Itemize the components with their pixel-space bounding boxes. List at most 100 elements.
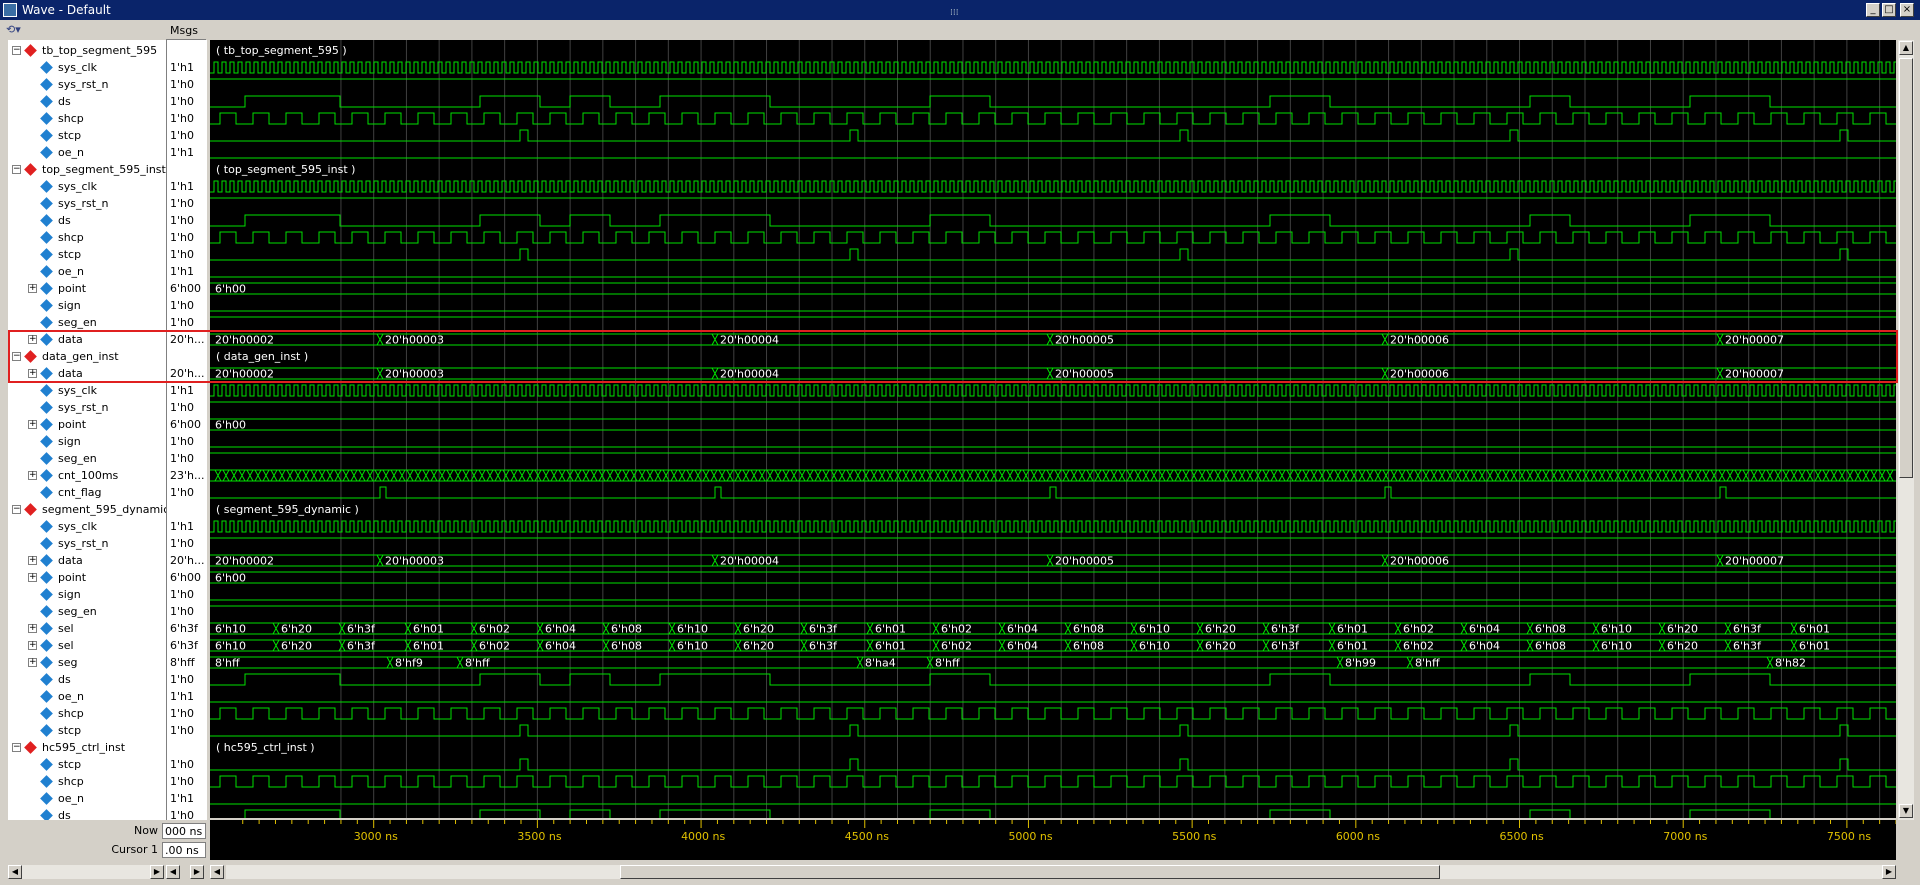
cursor-label[interactable]: Cursor 1: [111, 841, 158, 859]
signal-wave: [210, 129, 1896, 142]
close-button[interactable]: ×: [1900, 3, 1914, 17]
signal-row[interactable]: oe_n: [8, 688, 166, 705]
cursor-row[interactable]: Cursor 1 .00 ns: [8, 841, 206, 859]
bus-transition: [358, 469, 366, 482]
signal-row[interactable]: sys_rst_n: [8, 399, 166, 416]
cursor-value[interactable]: .00 ns: [162, 842, 206, 858]
signal-row[interactable]: oe_n: [8, 263, 166, 280]
signal-row[interactable]: + data: [8, 331, 166, 348]
signal-row[interactable]: oe_n: [8, 144, 166, 161]
group-row[interactable]: − top_segment_595_inst: [8, 161, 166, 178]
values-scroll-right-button[interactable]: ▶: [190, 865, 204, 879]
drag-grip-icon[interactable]: ⁞⁞⁞: [950, 3, 974, 18]
vertical-scrollbar[interactable]: ▲ ▼: [1898, 40, 1914, 820]
names-scroll-right-button[interactable]: ▶: [150, 865, 164, 879]
signal-row[interactable]: ds: [8, 93, 166, 110]
signal-row[interactable]: shcp: [8, 773, 166, 790]
signal-name: sys_rst_n: [58, 197, 109, 210]
wave-scroll-left-button[interactable]: ◀: [210, 865, 224, 879]
waveform-pane[interactable]: ( tb_top_segment_595 ) ( top_segment_595_…: [210, 40, 1896, 818]
wave-scroll-right-button[interactable]: ▶: [1882, 865, 1896, 879]
signal-row[interactable]: seg_en: [8, 314, 166, 331]
collapse-icon[interactable]: −: [12, 743, 21, 752]
signal-row[interactable]: sys_clk: [8, 518, 166, 535]
signal-row[interactable]: ds: [8, 807, 166, 820]
expand-icon[interactable]: +: [28, 471, 37, 480]
signal-row[interactable]: oe_n: [8, 790, 166, 807]
signal-row[interactable]: stcp: [8, 722, 166, 739]
expand-icon[interactable]: +: [28, 369, 37, 378]
signal-row[interactable]: cnt_flag: [8, 484, 166, 501]
signal-row[interactable]: + sel: [8, 637, 166, 654]
bus-transition: [456, 656, 464, 669]
bus-transition: [1318, 469, 1326, 482]
signal-row[interactable]: sys_rst_n: [8, 535, 166, 552]
signal-row[interactable]: sys_clk: [8, 178, 166, 195]
signal-row[interactable]: sign: [8, 433, 166, 450]
signal-icon: [40, 724, 53, 737]
signal-row[interactable]: sys_clk: [8, 382, 166, 399]
scroll-up-button[interactable]: ▲: [1899, 41, 1913, 55]
expand-icon[interactable]: +: [28, 556, 37, 565]
signal-row[interactable]: ds: [8, 671, 166, 688]
group-row[interactable]: − data_gen_inst: [8, 348, 166, 365]
signal-row[interactable]: + seg: [8, 654, 166, 671]
names-scroll-track[interactable]: [22, 865, 158, 879]
wave-scroll-thumb[interactable]: [620, 865, 1440, 879]
bus-transition: [550, 469, 558, 482]
signal-row[interactable]: + point: [8, 569, 166, 586]
signal-row[interactable]: stcp: [8, 756, 166, 773]
expand-icon[interactable]: +: [28, 335, 37, 344]
bus-value: 6'h3f: [1733, 623, 1762, 636]
group-row[interactable]: − tb_top_segment_595: [8, 42, 166, 59]
clock-wave: [210, 384, 1896, 397]
signal-value: 1'h1: [170, 384, 194, 397]
signal-row[interactable]: sign: [8, 297, 166, 314]
expand-icon[interactable]: +: [28, 420, 37, 429]
maximize-button[interactable]: □: [1882, 3, 1896, 17]
signal-row[interactable]: + data: [8, 552, 166, 569]
signal-row[interactable]: shcp: [8, 229, 166, 246]
signal-row[interactable]: seg_en: [8, 450, 166, 467]
bus-value: 6'h02: [479, 640, 510, 653]
collapse-icon[interactable]: −: [12, 505, 21, 514]
waveform-canvas[interactable]: ( tb_top_segment_595 ) ( top_segment_595_…: [210, 40, 1896, 818]
bus-transition: [1830, 469, 1838, 482]
signal-row[interactable]: + cnt_100ms: [8, 467, 166, 484]
wave-tool-icon[interactable]: ⟲▾: [6, 23, 40, 39]
expand-icon[interactable]: +: [28, 658, 37, 667]
signal-row[interactable]: + data: [8, 365, 166, 382]
group-row[interactable]: − segment_595_dynamic: [8, 501, 166, 518]
signal-row[interactable]: + point: [8, 280, 166, 297]
signal-row[interactable]: stcp: [8, 127, 166, 144]
values-scroll-left-button[interactable]: ◀: [166, 865, 180, 879]
signal-row[interactable]: shcp: [8, 110, 166, 127]
signal-row[interactable]: sign: [8, 586, 166, 603]
collapse-icon[interactable]: −: [12, 352, 21, 361]
signal-row[interactable]: + sel: [8, 620, 166, 637]
collapse-icon[interactable]: −: [12, 165, 21, 174]
signal-row[interactable]: + point: [8, 416, 166, 433]
bus-transition: [582, 469, 590, 482]
expand-icon[interactable]: +: [28, 573, 37, 582]
signal-row[interactable]: sys_rst_n: [8, 76, 166, 93]
signal-row[interactable]: stcp: [8, 246, 166, 263]
expand-icon[interactable]: +: [28, 641, 37, 650]
minimize-button[interactable]: _: [1866, 3, 1880, 17]
bus-transition: [838, 469, 846, 482]
signal-row[interactable]: seg_en: [8, 603, 166, 620]
signal-row[interactable]: ds: [8, 212, 166, 229]
bus-transition: [1846, 469, 1854, 482]
collapse-icon[interactable]: −: [12, 46, 21, 55]
expand-icon[interactable]: +: [28, 284, 37, 293]
names-scroll-left-button[interactable]: ◀: [8, 865, 22, 879]
bus-transition: [338, 639, 346, 652]
expand-icon[interactable]: +: [28, 624, 37, 633]
group-row[interactable]: − hc595_ctrl_inst: [8, 739, 166, 756]
signal-row[interactable]: sys_clk: [8, 59, 166, 76]
signal-row[interactable]: sys_rst_n: [8, 195, 166, 212]
scroll-down-button[interactable]: ▼: [1899, 804, 1913, 818]
signal-row[interactable]: shcp: [8, 705, 166, 722]
vertical-scroll-thumb[interactable]: [1899, 58, 1913, 478]
cursor-bar[interactable]: [210, 844, 1896, 860]
